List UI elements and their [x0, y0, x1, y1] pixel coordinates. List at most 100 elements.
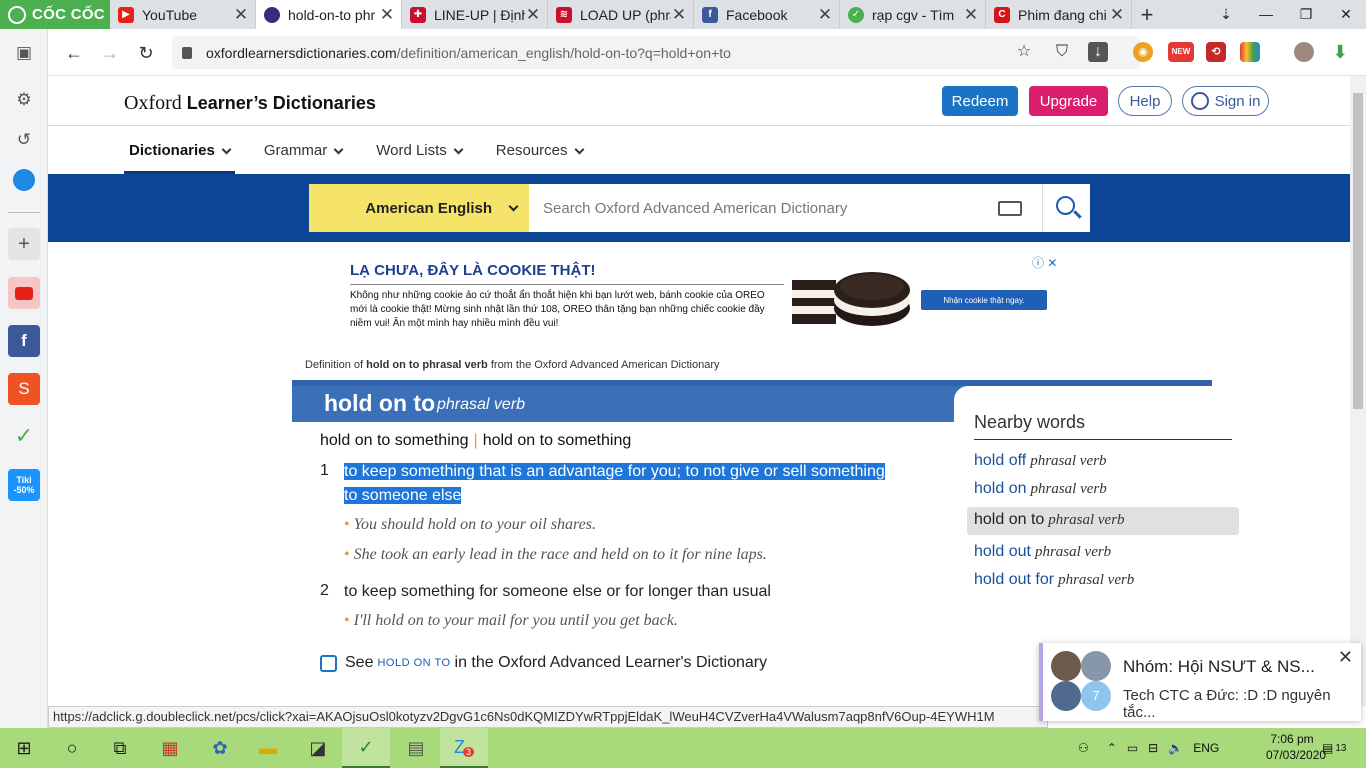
coccoc-logo-icon [8, 5, 26, 24]
nav-dictionaries[interactable]: Dictionaries [124, 138, 235, 174]
search-input[interactable] [543, 199, 983, 217]
new-extension-icon[interactable]: NEW [1168, 42, 1194, 62]
network-icon[interactable]: ⊟ [1148, 741, 1158, 755]
forward-button[interactable]: → [98, 41, 122, 65]
messenger-icon[interactable] [8, 164, 40, 196]
tab-line-up[interactable]: ✚ LINE-UP | Định ✕ [402, 0, 548, 29]
coccoc-taskbar-icon[interactable]: ✓ [342, 728, 390, 768]
task-view-icon[interactable]: ⧉ [96, 728, 144, 768]
coccoc-menu-button[interactable]: CỐC CỐC [0, 0, 110, 29]
nearby-divider [974, 439, 1232, 440]
tab-hold-on-to[interactable]: hold-on-to phr ✕ [256, 0, 402, 29]
history-icon[interactable]: ↺ [8, 124, 40, 156]
minimize-button[interactable]: — [1246, 0, 1286, 29]
new-tab-button[interactable]: + [1132, 2, 1162, 28]
site-logo[interactable]: Oxford Learner’s Dictionaries [124, 92, 376, 115]
search-circle-icon[interactable]: ○ [48, 728, 96, 768]
tab-title: hold-on-to phr [288, 6, 376, 23]
upgrade-button[interactable]: Upgrade [1029, 86, 1108, 116]
url-text[interactable]: oxfordlearnersdictionaries.com/definitio… [206, 45, 731, 61]
status-bar-url: https://adclick.g.doubleclick.net/pcs/cl… [48, 706, 1048, 728]
redeem-button[interactable]: Redeem [942, 86, 1018, 116]
keyboard-icon[interactable] [998, 201, 1022, 216]
see-also-link[interactable]: See HOLD ON TO in the Oxford Advanced Lear… [320, 654, 767, 672]
search-button[interactable] [1042, 184, 1090, 232]
back-button[interactable]: ← [62, 41, 86, 65]
sense-definition: to keep something that is an advantage f… [344, 463, 885, 504]
maximize-button[interactable]: ❐ [1286, 0, 1326, 29]
shopee-icon[interactable]: S [8, 373, 40, 405]
nearby-word-link[interactable]: hold out phrasal verb [974, 543, 1111, 561]
app-icon[interactable]: ▤ [392, 728, 440, 768]
gear-icon[interactable]: ⚙ [8, 84, 40, 116]
zalo-badge: 3 [462, 747, 474, 757]
page-scrollbar[interactable] [1350, 76, 1366, 706]
add-icon[interactable]: + [8, 228, 40, 260]
close-icon[interactable]: ✕ [1338, 647, 1353, 668]
tab-load-up[interactable]: ≋ LOAD UP (phra ✕ [548, 0, 694, 29]
youtube-icon[interactable] [8, 277, 40, 309]
ad-cta-button[interactable]: Nhận cookie thật ngay. [921, 290, 1047, 310]
nearby-word-link[interactable]: hold off phrasal verb [974, 452, 1106, 470]
tab-facebook[interactable]: f Facebook ✕ [694, 0, 840, 29]
coccoc-icon[interactable]: ✓ [8, 420, 40, 452]
close-icon[interactable]: ✕ [233, 5, 249, 25]
tab-rap-cgv[interactable]: ✓ rạp cgv - Tìm ✕ [840, 0, 986, 29]
battery-icon[interactable]: ▭ [1127, 741, 1138, 755]
adblock-icon[interactable]: ⟲ [1206, 42, 1226, 62]
volume-icon[interactable]: 🔈 [1168, 741, 1183, 755]
reload-button[interactable]: ↻ [134, 41, 158, 65]
definition-breadcrumb: Definition of hold on to phrasal verb fr… [305, 359, 720, 371]
tab-phim[interactable]: C Phim đang chi ✕ [986, 0, 1132, 29]
paint-icon[interactable]: ✿ [196, 728, 244, 768]
close-icon[interactable]: ✕ [671, 5, 687, 25]
close-icon[interactable]: ✕ [963, 5, 979, 25]
chevron-up-icon[interactable]: ⌃ [1107, 741, 1117, 755]
dictionary-icon: ≋ [556, 6, 572, 23]
shield-icon[interactable]: ⛉ [1052, 42, 1072, 62]
cgv-icon: C [994, 6, 1010, 23]
nearby-word-link[interactable]: hold out for phrasal verb [974, 571, 1134, 589]
zalo-icon[interactable]: Z3 [440, 728, 488, 768]
bookmark-star-icon[interactable]: ☆ [1014, 42, 1034, 62]
tab-youtube[interactable]: ▶ YouTube ✕ [110, 0, 256, 29]
windows-start-icon[interactable]: ⊞ [0, 728, 48, 768]
profile-avatar[interactable] [1294, 42, 1314, 62]
dictionary-select[interactable]: American English [309, 184, 529, 232]
address-bar[interactable]: oxfordlearnersdictionaries.com/definitio… [172, 36, 1140, 69]
app-icon[interactable]: ▦ [146, 728, 194, 768]
sign-in-button[interactable]: Sign in [1182, 86, 1269, 116]
coccoc-extension-icon[interactable]: ◉ [1133, 42, 1153, 62]
chat-notification[interactable]: 7 Nhóm: Hội NSƯT & NS... Tech CTC a Đức:… [1039, 643, 1361, 721]
sticky-notes-icon[interactable]: ◪ [294, 728, 342, 768]
oreo-ad[interactable]: LẠ CHƯA, ĐÂY LÀ COOKIE THẬT! Không như n… [338, 252, 1058, 340]
close-icon[interactable]: ✕ [525, 5, 541, 25]
download-icon[interactable]: ⬇ [1330, 42, 1350, 62]
people-icon[interactable]: ⚇ [1078, 741, 1089, 755]
nearby-words-panel: Nearby words hold off phrasal verb hold o… [954, 386, 1258, 686]
ad-info-icon[interactable]: ⓘ ✕ [1032, 254, 1057, 271]
nearby-word-link[interactable]: hold on phrasal verb [974, 480, 1107, 498]
nav-word-lists[interactable]: Word Lists [371, 138, 467, 174]
file-explorer-icon[interactable]: ▬ [244, 728, 292, 768]
help-button[interactable]: Help [1118, 86, 1172, 116]
close-icon[interactable]: ✕ [817, 5, 833, 25]
nav-resources[interactable]: Resources [491, 138, 588, 174]
close-icon[interactable]: ✕ [379, 5, 395, 25]
close-icon[interactable]: ✕ [1109, 5, 1125, 25]
example-sentence: • She took an early lead in the race and … [344, 546, 767, 563]
panel-icon[interactable]: ▣ [8, 37, 40, 69]
sense-definition: to keep something for someone else or fo… [344, 583, 771, 600]
download-video-icon[interactable]: ↓ [1088, 42, 1108, 62]
language-indicator[interactable]: ENG [1193, 741, 1219, 755]
facebook-icon[interactable]: f [8, 325, 40, 357]
lock-icon [182, 46, 192, 59]
action-center[interactable]: ▤ 13 [1322, 728, 1346, 768]
color-extension-icon[interactable] [1240, 42, 1260, 62]
clock[interactable]: 7:06 pm 07/03/2020 [1266, 731, 1326, 763]
tab-search-icon[interactable]: ⇣ [1206, 0, 1246, 29]
tiki-icon[interactable]: Tiki -50% [8, 469, 40, 501]
close-window-button[interactable]: ✕ [1326, 0, 1366, 29]
scrollbar-thumb[interactable] [1353, 93, 1363, 409]
nav-grammar[interactable]: Grammar [259, 138, 347, 174]
